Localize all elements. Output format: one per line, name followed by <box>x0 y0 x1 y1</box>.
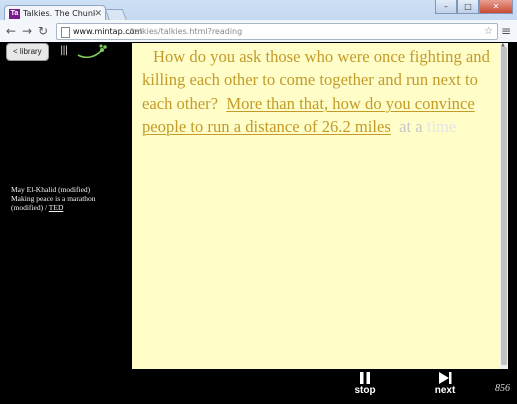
menu-icon[interactable]: ≡ <box>501 24 511 38</box>
skip-next-icon <box>439 372 452 384</box>
next-button[interactable]: next <box>425 371 465 397</box>
url-path: /talkies/talkies.html?reading <box>129 27 243 36</box>
favicon-icon: Ta <box>9 9 20 19</box>
upcoming-faint-text: time <box>426 117 457 137</box>
reload-icon[interactable]: ↻ <box>38 24 48 38</box>
upcoming-text: at a <box>399 117 427 137</box>
talkies-app: < library ||| May El-Khalid (modified) M… <box>0 42 517 404</box>
window-close-button[interactable]: ✕ <box>479 0 513 14</box>
minimize-button[interactable]: – <box>435 0 457 14</box>
logo-icon <box>77 44 107 59</box>
scrollbar-thumb[interactable] <box>501 47 507 365</box>
stop-button[interactable]: stop <box>345 371 385 397</box>
browser-toolbar: ← → ↻ www.mintap.com /talkies/talkies.ht… <box>0 20 517 42</box>
upcoming-chunk: at a time <box>399 117 456 136</box>
talk-title-suffix: (modified) / <box>11 203 49 212</box>
scrollbar[interactable]: ▲ <box>500 42 508 369</box>
speaker-name: May El-Khalid (modified) <box>11 185 91 194</box>
back-arrow-icon[interactable]: ← <box>6 24 16 38</box>
talk-title: Making peace is a marathon <box>11 194 96 203</box>
library-button[interactable]: < library <box>6 43 49 61</box>
chunk-counter: 856 <box>495 383 510 394</box>
browser-chrome: Ta Talkies. The Chunk Player ✕ – □ ✕ ← →… <box>0 0 517 43</box>
pause-icon <box>360 372 370 384</box>
window-controls: – □ ✕ <box>435 0 513 14</box>
stop-label: stop <box>354 385 376 396</box>
player-controls: stop next 856 <box>0 369 517 404</box>
address-bar[interactable]: www.mintap.com /talkies/talkies.html?rea… <box>56 23 498 40</box>
source-info: May El-Khalid (modified) Making peace is… <box>11 185 129 212</box>
chunk-mode-icon[interactable]: ||| <box>60 46 68 56</box>
page-icon <box>61 27 70 38</box>
reading-pane[interactable]: How do you ask those who were once fight… <box>132 43 508 369</box>
forward-arrow-icon[interactable]: → <box>22 24 32 38</box>
next-label: next <box>434 385 456 396</box>
maximize-button[interactable]: □ <box>457 0 479 14</box>
ted-link[interactable]: TED <box>49 203 64 212</box>
reading-text: How do you ask those who were once fight… <box>142 45 497 139</box>
star-icon[interactable]: ☆ <box>484 24 493 39</box>
